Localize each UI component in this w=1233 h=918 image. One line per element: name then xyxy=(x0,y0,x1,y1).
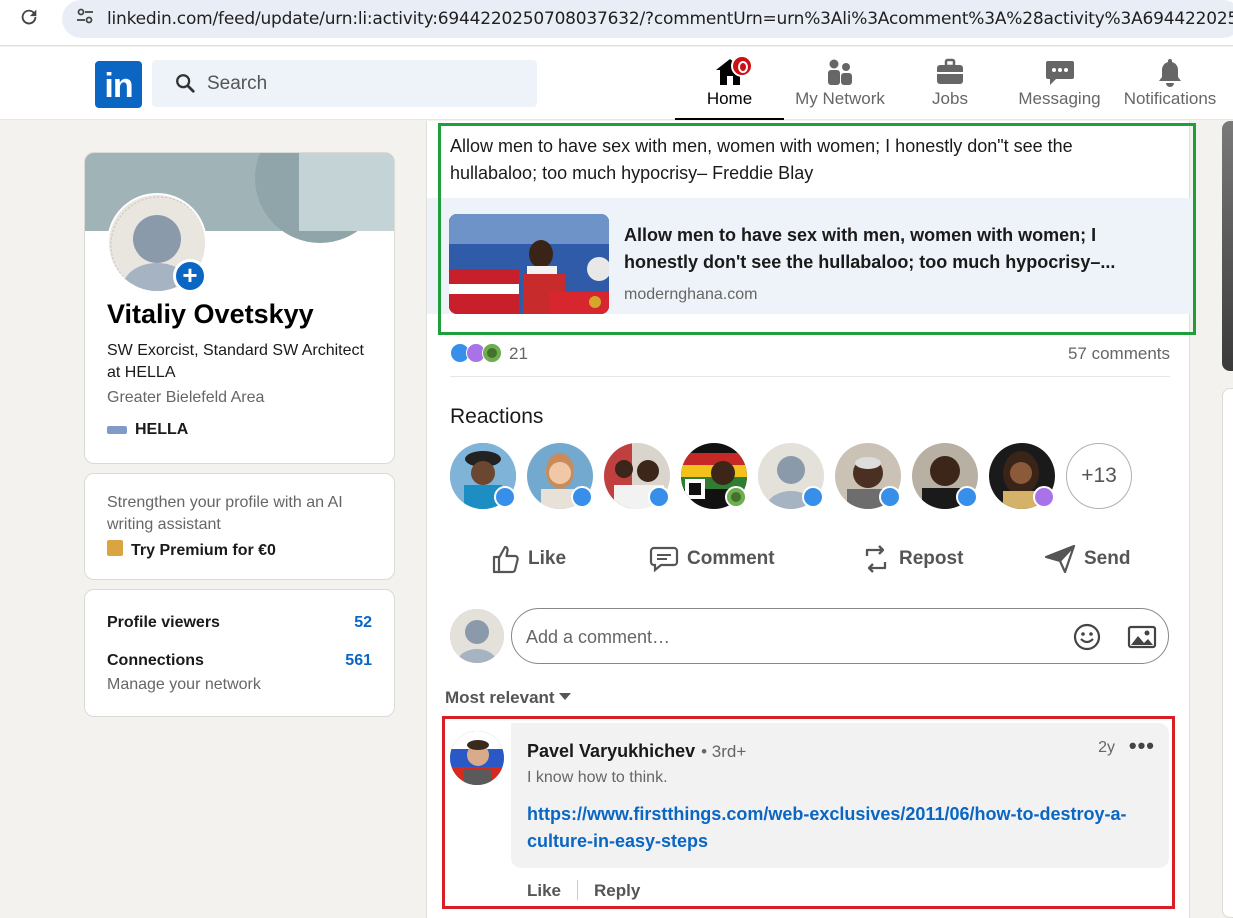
comment-bubble: Pavel Varyukhichev • 3rd+ 2y ••• I know h… xyxy=(511,723,1169,868)
try-premium-link[interactable]: Try Premium for €0 xyxy=(107,540,276,560)
nav-messaging[interactable]: Messaging xyxy=(1012,47,1107,120)
network-icon xyxy=(790,47,890,89)
like-badge-icon xyxy=(802,486,824,508)
comment-author[interactable]: Pavel Varyukhichev • 3rd+ xyxy=(527,741,746,762)
image-icon[interactable] xyxy=(1127,622,1157,652)
like-badge-icon xyxy=(879,486,901,508)
premium-promo-text: Strengthen your profile with an AI writi… xyxy=(107,494,343,533)
premium-icon xyxy=(107,540,123,556)
current-user-avatar xyxy=(450,609,504,663)
like-badge-icon xyxy=(494,486,516,508)
profile-viewers-label[interactable]: Profile viewers xyxy=(107,614,220,632)
article-thumbnail[interactable] xyxy=(449,214,609,314)
comment-input-box[interactable] xyxy=(511,608,1169,664)
send-button[interactable]: Send xyxy=(1044,539,1130,579)
like-badge-icon xyxy=(571,486,593,508)
reaction-count[interactable]: 21 xyxy=(509,344,528,364)
reload-icon[interactable] xyxy=(16,6,42,32)
right-rail-card xyxy=(1222,388,1233,918)
post-text: Allow men to have sex with men, women wi… xyxy=(450,136,1073,183)
caret-down-icon xyxy=(558,693,571,700)
send-icon xyxy=(1044,544,1076,574)
article-title[interactable]: Allow men to have sex with men, women wi… xyxy=(624,222,1164,276)
connections-count[interactable]: 561 xyxy=(345,652,372,670)
messaging-icon xyxy=(1012,47,1107,89)
site-settings-icon[interactable] xyxy=(74,6,96,30)
add-photo-icon[interactable]: + xyxy=(173,259,207,293)
social-counts: 21 57 comments xyxy=(450,339,1170,377)
reactions-heading: Reactions xyxy=(450,405,544,428)
comment-timestamp: 2y xyxy=(1098,739,1115,756)
more-reactors-button[interactable]: +13 xyxy=(1066,443,1132,509)
comment-icon xyxy=(649,546,679,573)
search-box[interactable] xyxy=(152,60,537,107)
comment-link[interactable]: https://www.firstthings.com/web-exclusiv… xyxy=(527,801,1147,855)
premium-card[interactable]: Strengthen your profile with an AI writi… xyxy=(84,473,395,580)
home-icon xyxy=(675,47,784,89)
comment-like-button[interactable]: Like xyxy=(527,881,561,900)
post-detail: Allow men to have sex with men, women wi… xyxy=(426,121,1191,918)
like-badge-icon xyxy=(956,486,978,508)
funny-reaction-icon xyxy=(482,343,502,363)
top-navigation: in Home My Network Jobs Messaging Notifi… xyxy=(0,47,1233,120)
comment-input[interactable] xyxy=(526,623,1056,651)
profile-stats-card: Profile viewers 52 Connections 561 Manag… xyxy=(84,589,395,717)
comment-reply-button[interactable]: Reply xyxy=(594,881,640,900)
nav-home[interactable]: Home xyxy=(675,47,784,120)
comments-count[interactable]: 57 comments xyxy=(1068,344,1170,364)
like-badge-icon xyxy=(648,486,670,508)
profile-viewers-count[interactable]: 52 xyxy=(354,614,372,632)
emoji-icon[interactable] xyxy=(1072,622,1102,652)
comment-author-headline: I know how to think. xyxy=(527,769,668,786)
commenter-avatar[interactable] xyxy=(450,731,504,785)
article-preview[interactable]: Allow men to have sex with men, women wi… xyxy=(427,198,1191,314)
search-icon xyxy=(176,74,195,93)
sort-dropdown[interactable]: Most relevant xyxy=(445,688,571,708)
profile-headline: SW Exorcist, Standard SW Architect at HE… xyxy=(107,342,364,381)
repost-icon xyxy=(865,545,887,573)
like-icon xyxy=(492,545,519,574)
company-logo-icon xyxy=(107,425,127,434)
like-button[interactable]: Like xyxy=(490,539,566,579)
manage-network-link[interactable]: Manage your network xyxy=(107,676,261,694)
nav-my-network[interactable]: My Network xyxy=(790,47,890,120)
article-source: modernghana.com xyxy=(624,286,758,303)
nav-notifications[interactable]: Notifications xyxy=(1120,47,1220,120)
linkedin-logo[interactable]: in xyxy=(95,61,142,108)
profile-name[interactable]: Vitaliy Ovetskyy xyxy=(107,299,314,330)
bell-icon xyxy=(1120,47,1220,89)
connections-label[interactable]: Connections xyxy=(107,652,204,670)
comment-actions: Like Reply xyxy=(527,880,640,901)
profile-card: + Vitaliy Ovetskyy SW Exorcist, Standard… xyxy=(84,152,395,464)
notification-badge xyxy=(731,55,753,77)
nav-jobs[interactable]: Jobs xyxy=(910,47,990,120)
briefcase-icon xyxy=(910,47,990,89)
repost-button[interactable]: Repost xyxy=(861,539,963,579)
url-text: linkedin.com/feed/update/urn:li:activity… xyxy=(107,9,1233,29)
comment-button[interactable]: Comment xyxy=(649,539,775,579)
search-input[interactable] xyxy=(207,70,517,98)
funny-badge-icon xyxy=(725,486,747,508)
right-rail-image xyxy=(1222,121,1233,371)
more-options-icon[interactable]: ••• xyxy=(1129,733,1155,759)
browser-address-bar: linkedin.com/feed/update/urn:li:activity… xyxy=(0,0,1233,46)
profile-location: Greater Bielefeld Area xyxy=(107,389,265,406)
insightful-badge-icon xyxy=(1033,486,1055,508)
profile-company[interactable]: HELLA xyxy=(107,421,188,439)
